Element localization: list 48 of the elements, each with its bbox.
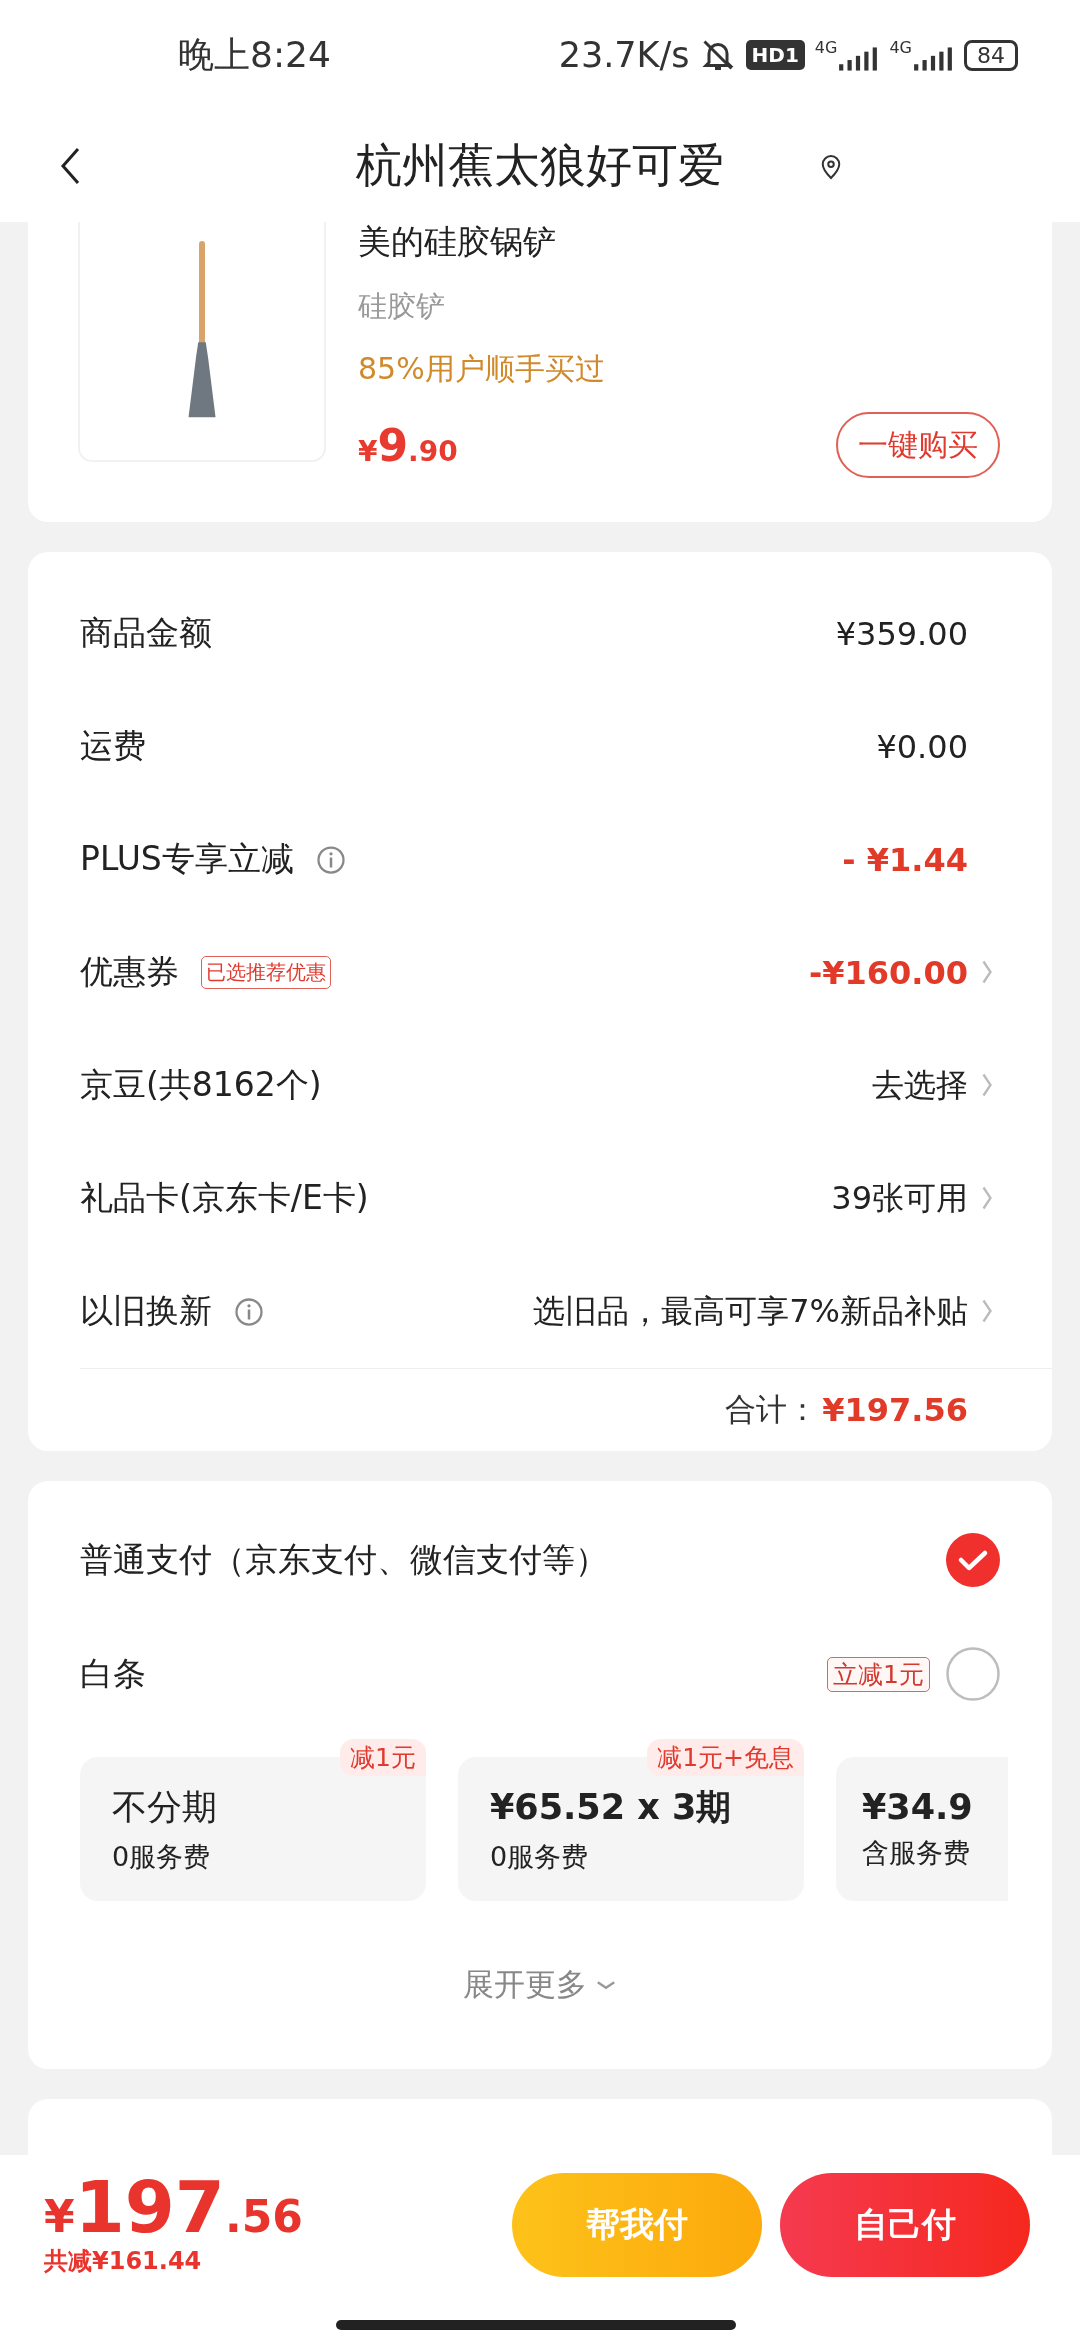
summary-value[interactable]: -¥160.00 [808, 953, 968, 992]
battery-indicator: 84 [964, 39, 1018, 71]
summary-label: PLUS专享立减 [80, 838, 294, 880]
network-type: 4G [814, 38, 838, 57]
summary-label: 商品金额 [80, 612, 212, 654]
hd-badge: HD1 [745, 40, 805, 70]
product-spec: 硅胶铲 [358, 288, 446, 325]
total-savings: 共减¥161.44 [44, 2246, 203, 2277]
order-total: ¥197.56 [44, 2165, 303, 2249]
discount-badge: 立减1元 [827, 1656, 930, 1692]
total-label: 合计： [725, 1390, 819, 1429]
pay-button[interactable]: 自己付 [780, 2173, 1030, 2277]
info-icon[interactable] [234, 1296, 264, 1327]
product-tag: 85%用户顺手买过 [358, 349, 1000, 390]
chevron-down-icon[interactable] [595, 1979, 617, 1991]
plan-tag: 减1元 [340, 1739, 426, 1776]
signal-icon [837, 46, 880, 72]
summary-value: - ¥1.44 [842, 840, 968, 879]
buy-now-button[interactable]: 一键购买 [836, 412, 1000, 478]
installment-option[interactable]: ¥34.9 含服务费 [836, 1757, 1008, 1901]
expand-more-link[interactable]: 展开更多 [80, 1901, 1000, 2069]
checked-radio-icon[interactable] [946, 1533, 1000, 1587]
summary-label: 优惠券 [80, 951, 179, 993]
status-time: 晚上8:24 [178, 32, 331, 77]
summary-value: ¥359.00 [835, 614, 968, 653]
summary-label: 以旧换新 [80, 1290, 212, 1332]
info-icon[interactable] [315, 844, 346, 875]
network-speed: 23.7K/s [558, 35, 690, 75]
summary-value[interactable]: 选旧品，最高可享7%新品补贴 [533, 1289, 968, 1334]
summary-label: 运费 [80, 725, 146, 767]
radio-button[interactable] [946, 1647, 1000, 1701]
summary-label: 京豆(共8162个) [80, 1064, 322, 1106]
coupon-badge: 已选推荐优惠 [201, 956, 331, 989]
page-title: 杭州蕉太狼好可爱 [356, 137, 724, 194]
summary-value[interactable]: 39张可用 [831, 1176, 968, 1221]
summary-value[interactable]: 去选择 [872, 1063, 968, 1108]
payment-option-label[interactable]: 普通支付（京东支付、微信支付等） [80, 1537, 608, 1583]
back-icon[interactable] [58, 146, 82, 186]
payment-option-label[interactable]: 白条 [80, 1651, 146, 1697]
signal-icon [912, 46, 954, 72]
summary-label: 礼品卡(京东卡/E卡) [80, 1177, 369, 1219]
location-pin-icon[interactable] [820, 154, 842, 180]
plan-tag: 减1元+免息 [647, 1739, 804, 1776]
summary-value: ¥0.00 [876, 727, 968, 766]
total-amount: ¥197.56 [822, 1391, 968, 1429]
product-name: 美的硅胶锅铲 [358, 221, 557, 263]
product-price: ¥9.90 [358, 419, 458, 471]
network-type: 4G [889, 38, 912, 57]
